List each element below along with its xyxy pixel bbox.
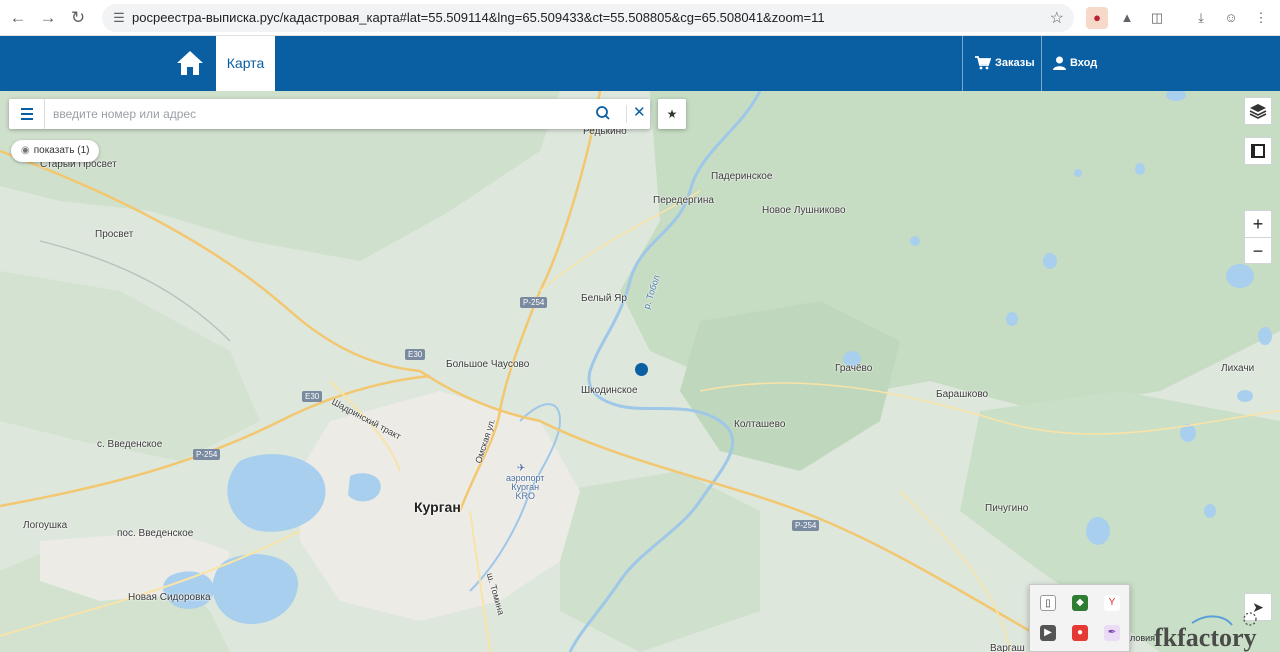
map-label: пос. Введенское	[117, 528, 194, 539]
map-label: с. Введенское	[97, 439, 163, 450]
frame-icon	[1251, 144, 1265, 158]
road-sign: E30	[405, 349, 426, 360]
road-sign: Р-254	[193, 449, 221, 460]
favorites-button[interactable]: ★	[658, 99, 686, 129]
map-label: Колташево	[734, 419, 786, 430]
map-label: Просвет	[95, 229, 134, 240]
usb-icon[interactable]: ▯	[1040, 595, 1056, 611]
url-text[interactable]: росреестра-выписка.рус/кадастровая_карта…	[132, 10, 825, 25]
orders-label: Заказы	[995, 57, 1035, 69]
reload-icon[interactable]: ↻	[66, 6, 90, 30]
record-icon[interactable]: ●	[1072, 625, 1088, 641]
zoom-out-button[interactable]: −	[1245, 238, 1271, 265]
airport-icon: ✈	[517, 463, 526, 474]
map-label: Шкодинское	[581, 385, 638, 396]
eye-icon: ◉	[21, 145, 30, 156]
map-label-city: Курган	[414, 499, 461, 515]
map-label: Новая Сидоровка	[128, 592, 211, 603]
home-icon[interactable]	[176, 50, 204, 76]
profile-icon[interactable]: ☺	[1220, 7, 1242, 29]
login-button[interactable]: Вход	[1053, 36, 1097, 91]
extension-hat-icon[interactable]: ▲	[1116, 7, 1138, 29]
airport-label: аэропорт Курган KRO	[506, 473, 545, 501]
road-sign: Р-254	[520, 297, 548, 308]
zoom-control: + −	[1244, 210, 1272, 264]
map-label: Лихачи	[1221, 363, 1255, 374]
search-bar: ✕	[9, 99, 650, 129]
address-bar[interactable]: ☰ росреестра-выписка.рус/кадастровая_кар…	[102, 4, 1074, 32]
layers-button[interactable]	[1244, 97, 1272, 125]
system-tray-popup: ▯ ◆ Y ▶ ● ✒	[1029, 584, 1130, 652]
map-label: Варгаш	[990, 643, 1025, 652]
site-settings-icon[interactable]: ☰	[110, 9, 128, 27]
user-icon	[1053, 56, 1066, 71]
pen-icon[interactable]: ✒	[1104, 625, 1120, 641]
search-divider	[626, 105, 627, 123]
shield-icon[interactable]: ◆	[1072, 595, 1088, 611]
menu-button[interactable]	[9, 99, 45, 129]
header-divider	[962, 36, 963, 91]
zoom-in-button[interactable]: +	[1245, 211, 1271, 238]
media-icon[interactable]: ▶	[1040, 625, 1056, 641]
map-label: Белый Яр	[581, 293, 627, 304]
map-canvas[interactable]: Редькино Старый Просвет Падеринское Пере…	[0, 91, 1280, 652]
svg-text:fkfactory: fkfactory	[1154, 623, 1257, 652]
header-divider	[1041, 36, 1042, 91]
fkfactory-watermark-logo: fkfactory	[1154, 612, 1257, 652]
orders-button[interactable]: Заказы	[975, 36, 1035, 91]
back-arrow-icon[interactable]: ←	[6, 6, 30, 30]
browser-toolbar: ← → ↻ ☰ росреестра-выписка.рус/кадастров…	[0, 0, 1280, 36]
tab-map[interactable]: Карта	[216, 36, 275, 91]
map-label: Грачёво	[835, 363, 873, 374]
extension-ladybug-icon[interactable]: ●	[1086, 7, 1108, 29]
road-sign: E30	[302, 391, 323, 402]
map-label: Пичугино	[985, 503, 1029, 514]
clear-icon[interactable]: ✕	[633, 104, 646, 122]
hamburger-icon	[21, 108, 33, 120]
map-label: Барашково	[936, 389, 989, 400]
download-icon[interactable]: ⤓	[1190, 7, 1212, 29]
search-input[interactable]	[53, 105, 573, 123]
show-button[interactable]: ◉ показать (1)	[11, 140, 100, 162]
map-label: Передергина	[653, 195, 714, 206]
login-label: Вход	[1070, 57, 1098, 69]
star-icon: ★	[666, 107, 678, 121]
yandex-icon[interactable]: Y	[1104, 595, 1120, 611]
map-label: Падеринское	[711, 171, 773, 182]
location-marker[interactable]	[635, 363, 648, 376]
bookmark-star-icon[interactable]: ☆	[1050, 8, 1064, 28]
site-header: Карта Заказы Вход	[0, 36, 1280, 91]
map-label: Новое Лушниково	[762, 205, 846, 216]
search-icon[interactable]	[595, 105, 611, 123]
forward-arrow-icon[interactable]: →	[36, 6, 60, 30]
road-sign: Р-254	[792, 520, 820, 531]
map-label: Логоушка	[23, 520, 68, 531]
map-label: Большое Чаусово	[446, 359, 530, 370]
layers-icon	[1249, 104, 1267, 119]
browser-menu-icon[interactable]: ⋮	[1250, 7, 1272, 29]
cart-icon	[975, 56, 992, 70]
extensions-puzzle-icon[interactable]: ◫	[1146, 7, 1168, 29]
show-label: показать (1)	[33, 145, 90, 156]
fullscreen-button[interactable]	[1244, 137, 1272, 165]
